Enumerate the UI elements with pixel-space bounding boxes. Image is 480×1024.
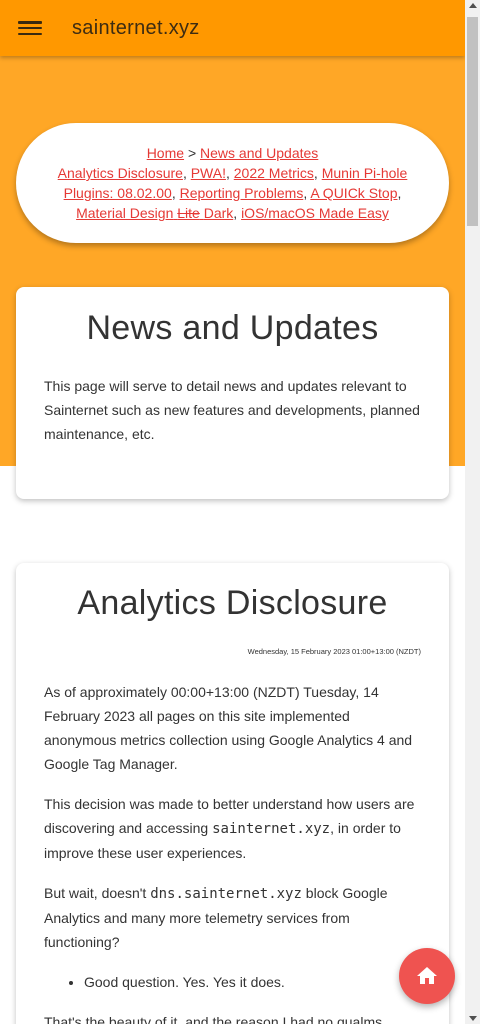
link-analytics-disclosure[interactable]: Analytics Disclosure xyxy=(58,165,183,181)
breadcrumb: Home > News and Updates Analytics Disclo… xyxy=(16,123,449,243)
news-card: News and Updates This page will serve to… xyxy=(16,287,449,499)
scroll-down-arrow-icon[interactable] xyxy=(469,1016,477,1021)
site-title[interactable]: sainternet.xyz xyxy=(72,17,200,40)
link-pwa[interactable]: PWA! xyxy=(191,165,226,181)
breadcrumb-home-link[interactable]: Home xyxy=(147,145,184,161)
link-reporting-problems[interactable]: Reporting Problems xyxy=(180,185,304,201)
list-item: Good question. Yes. Yes it does. xyxy=(84,970,449,994)
analytics-bullet-list: Good question. Yes. Yes it does. xyxy=(16,970,449,994)
scrollbar[interactable] xyxy=(465,0,480,1024)
dns-domain-code: dns.sainternet.xyz xyxy=(150,886,302,902)
domain-code: sainternet.xyz xyxy=(212,821,331,837)
home-button[interactable] xyxy=(399,948,455,1004)
link-material-design-dark[interactable]: Material Design Lite Dark xyxy=(76,205,233,221)
analytics-card: Analytics Disclosure Wednesday, 15 Febru… xyxy=(16,563,449,1024)
app-bar: sainternet.xyz xyxy=(0,0,465,56)
news-card-body: This page will serve to detail news and … xyxy=(44,378,420,442)
link-ios-macos-made-easy[interactable]: iOS/macOS Made Easy xyxy=(241,205,389,221)
analytics-paragraph-2: This decision was made to better underst… xyxy=(44,796,415,861)
breadcrumb-separator: > xyxy=(187,145,197,161)
scrollbar-thumb[interactable] xyxy=(467,17,478,226)
link-a-quick-stop[interactable]: A QUICk Stop xyxy=(310,185,397,201)
analytics-card-title: Analytics Disclosure xyxy=(77,584,388,622)
link-2022-metrics[interactable]: 2022 Metrics xyxy=(234,165,314,181)
menu-icon[interactable] xyxy=(18,19,42,37)
home-icon xyxy=(417,967,437,984)
post-date: Wednesday, 15 February 2023 01:00+13:00 … xyxy=(247,647,421,656)
analytics-paragraph-3: But wait, doesn't dns.sainternet.xyz blo… xyxy=(44,885,388,950)
scroll-up-arrow-icon[interactable] xyxy=(469,3,477,8)
analytics-paragraph-4: That's the beauty of it, and the reason … xyxy=(44,1014,383,1024)
analytics-paragraph-1: As of approximately 00:00+13:00 (NZDT) T… xyxy=(44,684,413,772)
news-card-title: News and Updates xyxy=(86,309,379,347)
breadcrumb-current-link[interactable]: News and Updates xyxy=(200,145,318,161)
